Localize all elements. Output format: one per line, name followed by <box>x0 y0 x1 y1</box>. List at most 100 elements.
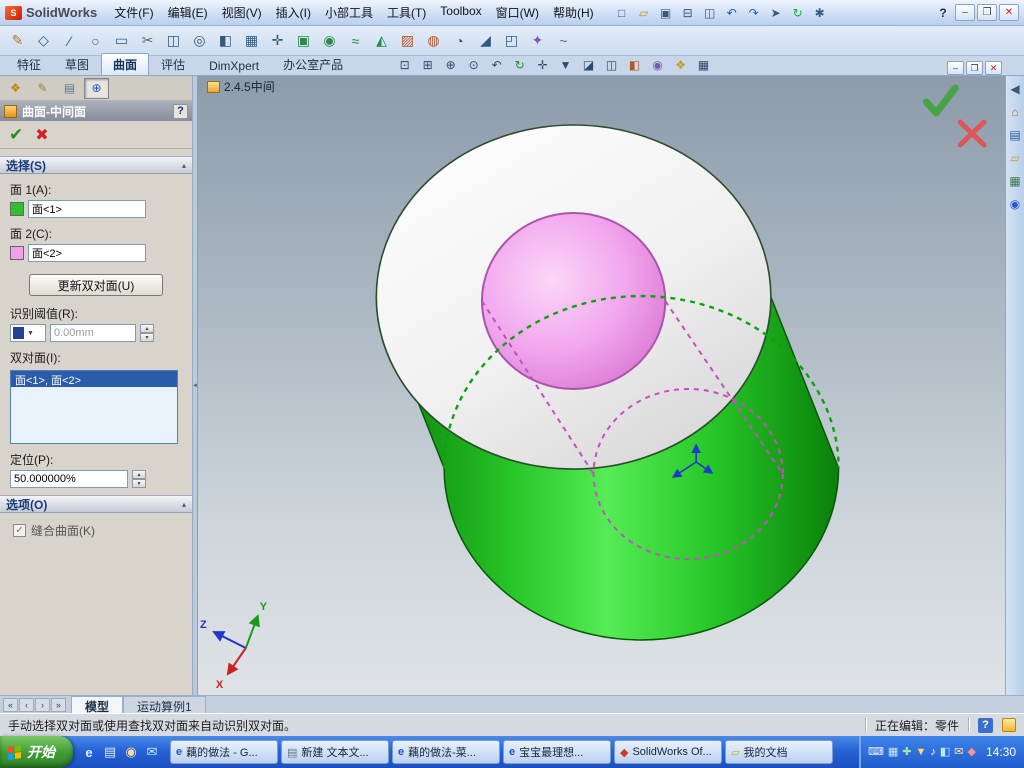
save-icon[interactable]: ▣ <box>655 3 677 23</box>
face-pair-item-selected[interactable]: 面<1>, 面<2> <box>11 371 177 387</box>
menu-widget-tools[interactable]: 小部工具 <box>318 0 380 25</box>
previous-view-icon[interactable]: ↶ <box>485 56 508 75</box>
collapse-taskpane-icon[interactable]: ◀ <box>1010 83 1019 95</box>
options-section-header[interactable]: 选项(O) <box>0 495 192 513</box>
reference-geometry-icon[interactable]: ✦ <box>525 29 550 53</box>
language-bar-icon[interactable]: ⌨ <box>868 746 884 758</box>
update-face-pairs-button[interactable]: 更新双对面(U) <box>29 274 163 296</box>
linear-pattern-icon[interactable]: ▦ <box>239 29 264 53</box>
solidworks-resources-icon[interactable]: ⌂ <box>1011 106 1018 118</box>
rectangle-icon[interactable]: ▭ <box>109 29 134 53</box>
fillet-icon[interactable]: ◔ <box>447 29 472 53</box>
menu-tools[interactable]: 工具(T) <box>380 0 433 25</box>
doc-restore-button[interactable]: ❐ <box>966 61 983 75</box>
restore-button[interactable]: ❐ <box>977 4 997 21</box>
shell-icon[interactable]: ◰ <box>499 29 524 53</box>
panel-help-button[interactable]: ? <box>173 103 188 119</box>
mirror-entities-icon[interactable]: ◧ <box>213 29 238 53</box>
antivirus-icon[interactable]: ✚ <box>902 746 911 758</box>
volume-icon[interactable]: ♪ <box>930 746 936 758</box>
quick-tip-icon[interactable] <box>1002 718 1016 732</box>
tab-evaluate[interactable]: 评估 <box>149 53 197 75</box>
threshold-input[interactable] <box>50 324 136 342</box>
tab-dimxpert[interactable]: DimXpert <box>197 56 271 75</box>
prev-tab-button[interactable]: ‹ <box>19 697 34 712</box>
section-view-icon[interactable]: ◧ <box>623 56 646 75</box>
convert-entities-icon[interactable]: ◫ <box>161 29 186 53</box>
face-pairs-listbox[interactable]: 面<1>, 面<2> <box>10 370 178 444</box>
task-ou-recipe-page[interactable]: e 藕的做法-菜... <box>392 740 500 764</box>
configurationmanager-tab-icon[interactable]: ▤ <box>57 78 82 99</box>
hole-inner-face[interactable] <box>480 212 667 390</box>
move-entities-icon[interactable]: ✛ <box>265 29 290 53</box>
sketch-icon[interactable]: ✎ <box>5 29 30 53</box>
tab-sketch[interactable]: 草图 <box>53 53 101 75</box>
view-settings-icon[interactable]: ◉ <box>646 56 669 75</box>
spin-up-icon[interactable] <box>140 324 154 333</box>
redo-icon[interactable]: ↷ <box>743 3 765 23</box>
trim-entities-icon[interactable]: ✂ <box>135 29 160 53</box>
menu-edit[interactable]: 编辑(E) <box>161 0 215 25</box>
messenger-tray-icon[interactable]: ✉ <box>954 746 963 758</box>
smart-dimension-icon[interactable]: ◇ <box>31 29 56 53</box>
minimize-button[interactable]: – <box>955 4 975 21</box>
scene-icon[interactable]: ▦ <box>692 56 715 75</box>
cancel-button[interactable]: ✖ <box>35 125 48 145</box>
ime-icon[interactable]: ▦ <box>888 746 898 758</box>
task-solidworks-office[interactable]: ◆ SolidWorks Of... <box>614 740 722 764</box>
appearances-pane-icon[interactable]: ◉ <box>1010 198 1020 210</box>
confirm-ok-button[interactable] <box>922 84 959 117</box>
spin-up-icon[interactable] <box>132 470 146 479</box>
security-icon[interactable]: ◆ <box>968 746 976 758</box>
position-input[interactable] <box>10 470 128 488</box>
file-explorer-icon[interactable]: ▱ <box>1010 152 1019 164</box>
extruded-boss-icon[interactable]: ▣ <box>291 29 316 53</box>
swept-boss-icon[interactable]: ≈ <box>343 29 368 53</box>
task-ou-recipe-google[interactable]: e 藕的做法 - G... <box>170 740 278 764</box>
tab-office-products[interactable]: 办公室产品 <box>271 53 355 75</box>
design-library-icon[interactable]: ▤ <box>1009 129 1020 141</box>
view-palette-icon[interactable]: ▦ <box>1009 175 1020 187</box>
threshold-combo[interactable] <box>10 324 46 342</box>
ok-button[interactable]: ✔ <box>9 125 23 145</box>
hidden-lines-icon[interactable]: ◫ <box>600 56 623 75</box>
menu-help[interactable]: 帮助(H) <box>546 0 601 25</box>
circle-icon[interactable]: ○ <box>83 29 108 53</box>
media-player-icon[interactable]: ◉ <box>122 743 140 761</box>
print-icon[interactable]: ⊟ <box>677 3 699 23</box>
close-button[interactable]: ✕ <box>999 4 1019 21</box>
print-preview-icon[interactable]: ◫ <box>699 3 721 23</box>
first-tab-button[interactable]: « <box>3 697 18 712</box>
model-tab[interactable]: 模型 <box>71 696 124 714</box>
task-new-text-document[interactable]: ▤ 新建 文本文... <box>281 740 389 764</box>
doc-close-button[interactable]: ✕ <box>985 61 1002 75</box>
new-document-icon[interactable]: □ <box>611 3 633 23</box>
pan-icon[interactable]: ✛ <box>531 56 554 75</box>
selection-section-header[interactable]: 选择(S) <box>0 156 192 174</box>
open-icon[interactable]: ▱ <box>633 3 655 23</box>
curves-icon[interactable]: ~ <box>551 29 576 53</box>
zoom-in-out-icon[interactable]: ⊕ <box>439 56 462 75</box>
network-icon[interactable]: ◧ <box>940 746 950 758</box>
last-tab-button[interactable]: » <box>51 697 66 712</box>
face1-input[interactable] <box>28 200 146 218</box>
zoom-to-fit-icon[interactable]: ⊡ <box>393 56 416 75</box>
menu-window[interactable]: 窗口(W) <box>489 0 546 25</box>
zoom-to-area-icon[interactable]: ⊞ <box>416 56 439 75</box>
active-command-tab-icon[interactable]: ⊕ <box>84 77 109 99</box>
offset-entities-icon[interactable]: ◎ <box>187 29 212 53</box>
display-style-icon[interactable]: ◪ <box>577 56 600 75</box>
face2-input[interactable] <box>28 244 146 262</box>
show-desktop-icon[interactable]: ▤ <box>101 743 119 761</box>
menu-file[interactable]: 文件(F) <box>107 0 160 25</box>
threshold-spinner[interactable] <box>140 324 154 342</box>
messenger-icon[interactable]: ✉ <box>143 743 161 761</box>
menu-view[interactable]: 视图(V) <box>215 0 269 25</box>
spin-down-icon[interactable] <box>132 479 146 488</box>
graphics-area[interactable]: Y Z X 2.4.5中间 <box>198 76 1005 695</box>
help-icon[interactable]: ? <box>933 3 953 23</box>
rotate-view-icon[interactable]: ↻ <box>508 56 531 75</box>
document-name[interactable]: 2.4.5中间 <box>224 78 275 95</box>
tab-features[interactable]: 特征 <box>5 53 53 75</box>
menu-insert[interactable]: 插入(I) <box>269 0 318 25</box>
